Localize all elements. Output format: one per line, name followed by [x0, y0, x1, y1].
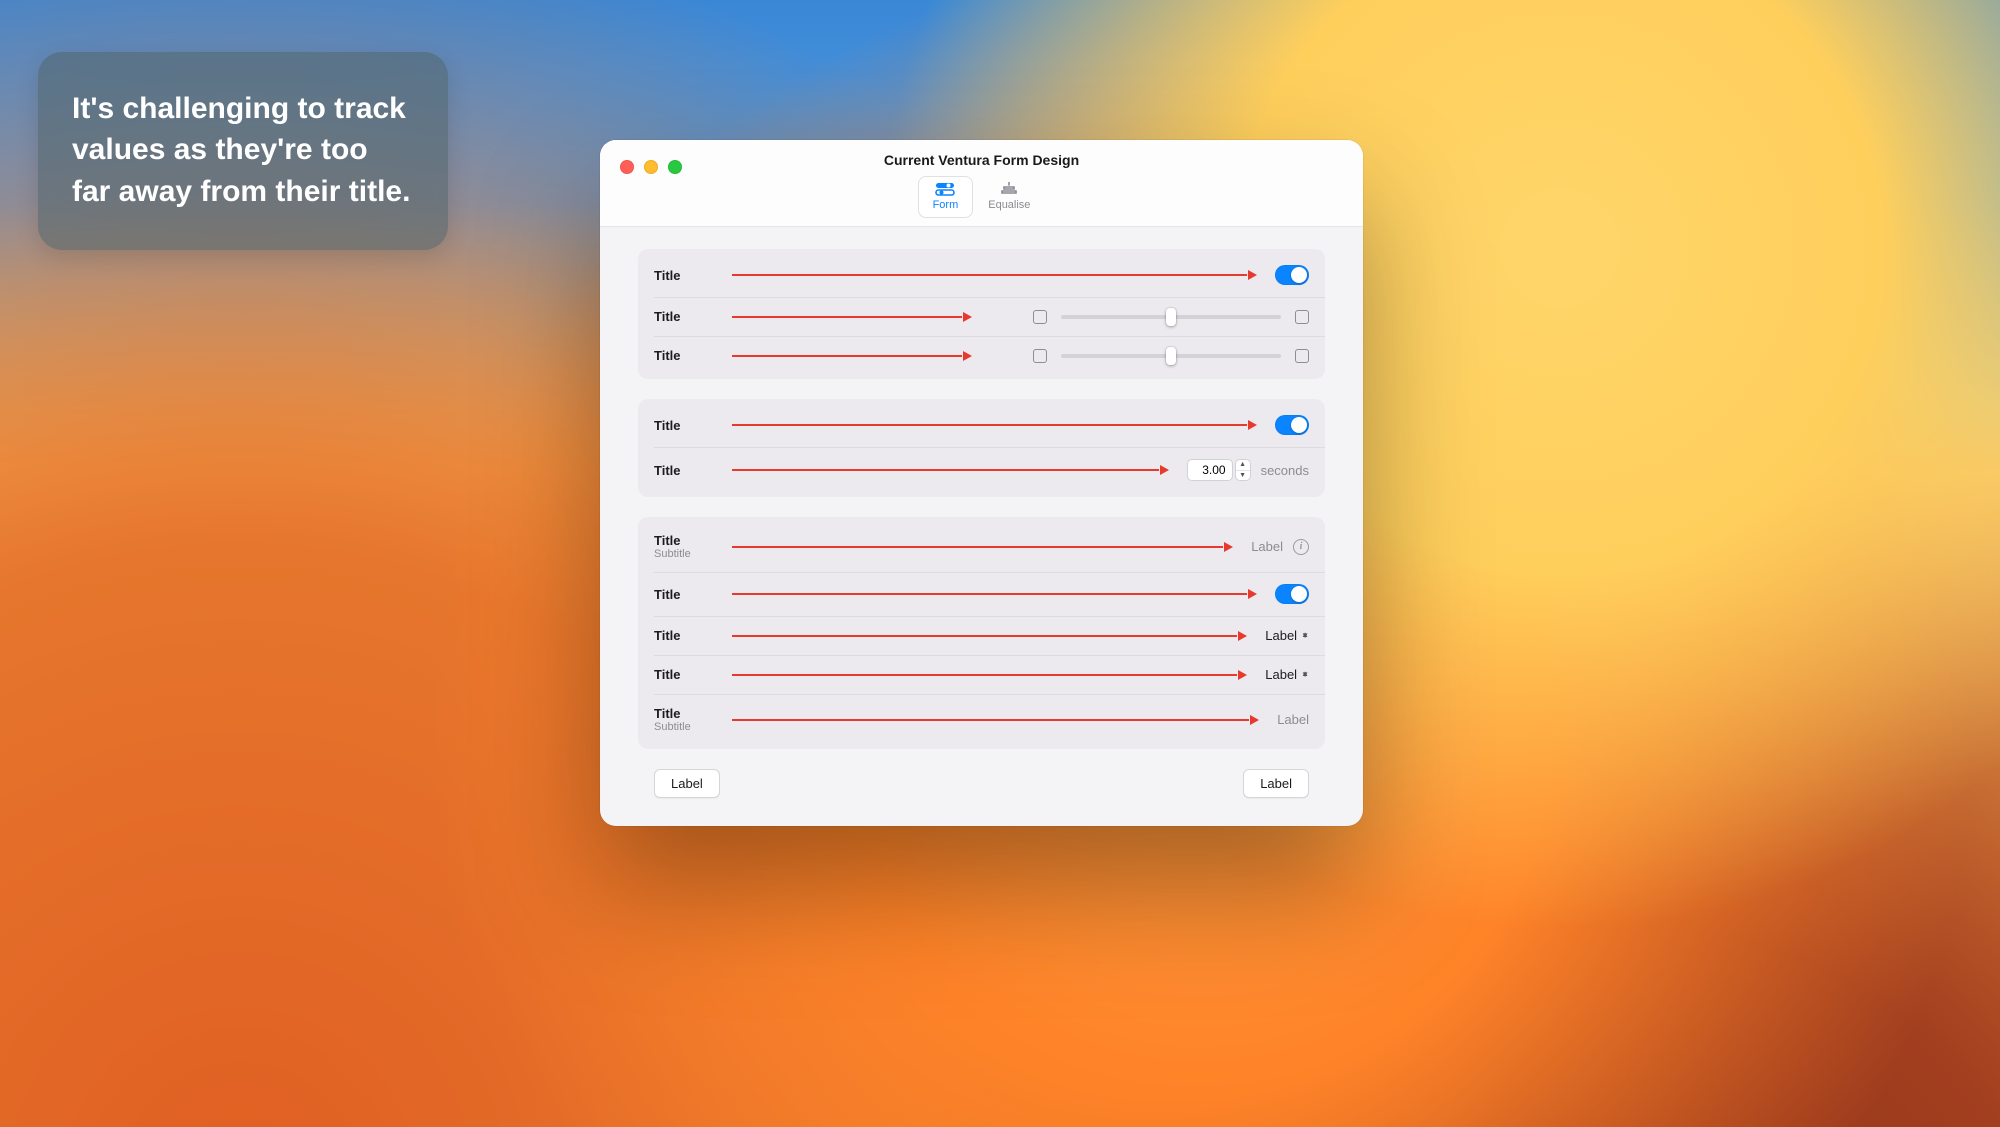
row-title: Title — [654, 268, 714, 283]
annotation-text: It's challenging to track values as they… — [72, 92, 410, 208]
tab-form-label: Form — [933, 199, 959, 211]
annotation-callout: It's challenging to track values as they… — [38, 52, 448, 250]
popup-value: Label — [1265, 667, 1297, 682]
row-title: Title — [654, 706, 714, 721]
row-title: Title — [654, 309, 714, 324]
slider-thumb[interactable] — [1166, 347, 1176, 365]
distance-arrow-icon — [732, 719, 1259, 721]
slider-max-icon — [1295, 310, 1309, 324]
popup-button[interactable]: Label ▲▼ — [1265, 667, 1309, 682]
close-icon[interactable] — [620, 160, 634, 174]
window-controls — [620, 160, 682, 174]
info-icon[interactable]: i — [1293, 539, 1309, 555]
form-row: Title — [638, 572, 1325, 616]
distance-arrow-icon — [732, 546, 1233, 548]
row-title: Title — [654, 533, 714, 548]
row-title: Title — [654, 628, 714, 643]
form-row: Title Subtitle Label i — [638, 521, 1325, 572]
form-row: Title — [638, 403, 1325, 447]
toggle-switch[interactable] — [1275, 265, 1309, 285]
slider-max-icon — [1295, 349, 1309, 363]
stepper-value[interactable]: 3.00 — [1187, 459, 1233, 481]
minimize-icon[interactable] — [644, 160, 658, 174]
toolbar-tabs: Form Equalise — [616, 176, 1347, 218]
form-row: Title Label ▲▼ — [638, 655, 1325, 694]
chevron-down-icon[interactable]: ▼ — [1236, 471, 1250, 481]
titlebar: Current Ventura Form Design Form Equalis… — [600, 140, 1363, 227]
window-content: Title Title Title — [600, 227, 1363, 798]
stepper-unit: seconds — [1261, 463, 1309, 478]
chevron-up-icon[interactable]: ▲ — [1236, 460, 1250, 471]
equalise-icon — [999, 181, 1019, 197]
tab-equalise[interactable]: Equalise — [973, 176, 1045, 218]
distance-arrow-icon — [732, 674, 1247, 676]
up-down-chevron-icon: ▲▼ — [1301, 635, 1309, 636]
distance-arrow-icon — [732, 274, 1257, 276]
footer-button-right[interactable]: Label — [1243, 769, 1309, 798]
row-title: Title — [654, 418, 714, 433]
distance-arrow-icon — [732, 355, 972, 357]
value-label: Label — [1251, 539, 1283, 554]
form-row: Title — [638, 336, 1325, 375]
slider-thumb[interactable] — [1166, 308, 1176, 326]
form-row: Title — [638, 253, 1325, 297]
form-group-3: Title Subtitle Label i Title — [638, 517, 1325, 749]
slider[interactable] — [1061, 354, 1281, 358]
distance-arrow-icon — [732, 469, 1169, 471]
tab-form[interactable]: Form — [918, 176, 974, 218]
slider[interactable] — [1061, 315, 1281, 319]
tab-segment: Form Equalise — [918, 176, 1046, 218]
row-subtitle: Subtitle — [654, 721, 714, 733]
form-icon — [935, 181, 955, 197]
footer-buttons: Label Label — [638, 769, 1325, 798]
distance-arrow-icon — [732, 593, 1257, 595]
form-row: Title — [638, 297, 1325, 336]
toggle-switch[interactable] — [1275, 584, 1309, 604]
toggle-switch[interactable] — [1275, 415, 1309, 435]
distance-arrow-icon — [732, 635, 1247, 637]
stepper-arrows[interactable]: ▲ ▼ — [1235, 459, 1251, 481]
popup-value: Label — [1265, 628, 1297, 643]
app-window: Current Ventura Form Design Form Equalis… — [600, 140, 1363, 826]
distance-arrow-icon — [732, 316, 972, 318]
row-subtitle: Subtitle — [654, 548, 714, 560]
slider-min-icon — [1033, 349, 1047, 363]
row-title: Title — [654, 463, 714, 478]
number-stepper[interactable]: 3.00 ▲ ▼ — [1187, 459, 1251, 481]
up-down-chevron-icon: ▲▼ — [1301, 674, 1309, 675]
popup-button[interactable]: Label ▲▼ — [1265, 628, 1309, 643]
zoom-icon[interactable] — [668, 160, 682, 174]
form-group-2: Title Title 3.00 ▲ ▼ — [638, 399, 1325, 497]
form-row: Title 3.00 ▲ ▼ seconds — [638, 447, 1325, 493]
tab-equalise-label: Equalise — [988, 199, 1030, 211]
form-row: Title Subtitle Label — [638, 694, 1325, 745]
window-title: Current Ventura Form Design — [616, 152, 1347, 168]
form-group-1: Title Title Title — [638, 249, 1325, 379]
form-row: Title Label ▲▼ — [638, 616, 1325, 655]
footer-button-left[interactable]: Label — [654, 769, 720, 798]
row-title: Title — [654, 587, 714, 602]
distance-arrow-icon — [732, 424, 1257, 426]
row-title: Title — [654, 348, 714, 363]
slider-min-icon — [1033, 310, 1047, 324]
value-label: Label — [1277, 712, 1309, 727]
row-title: Title — [654, 667, 714, 682]
